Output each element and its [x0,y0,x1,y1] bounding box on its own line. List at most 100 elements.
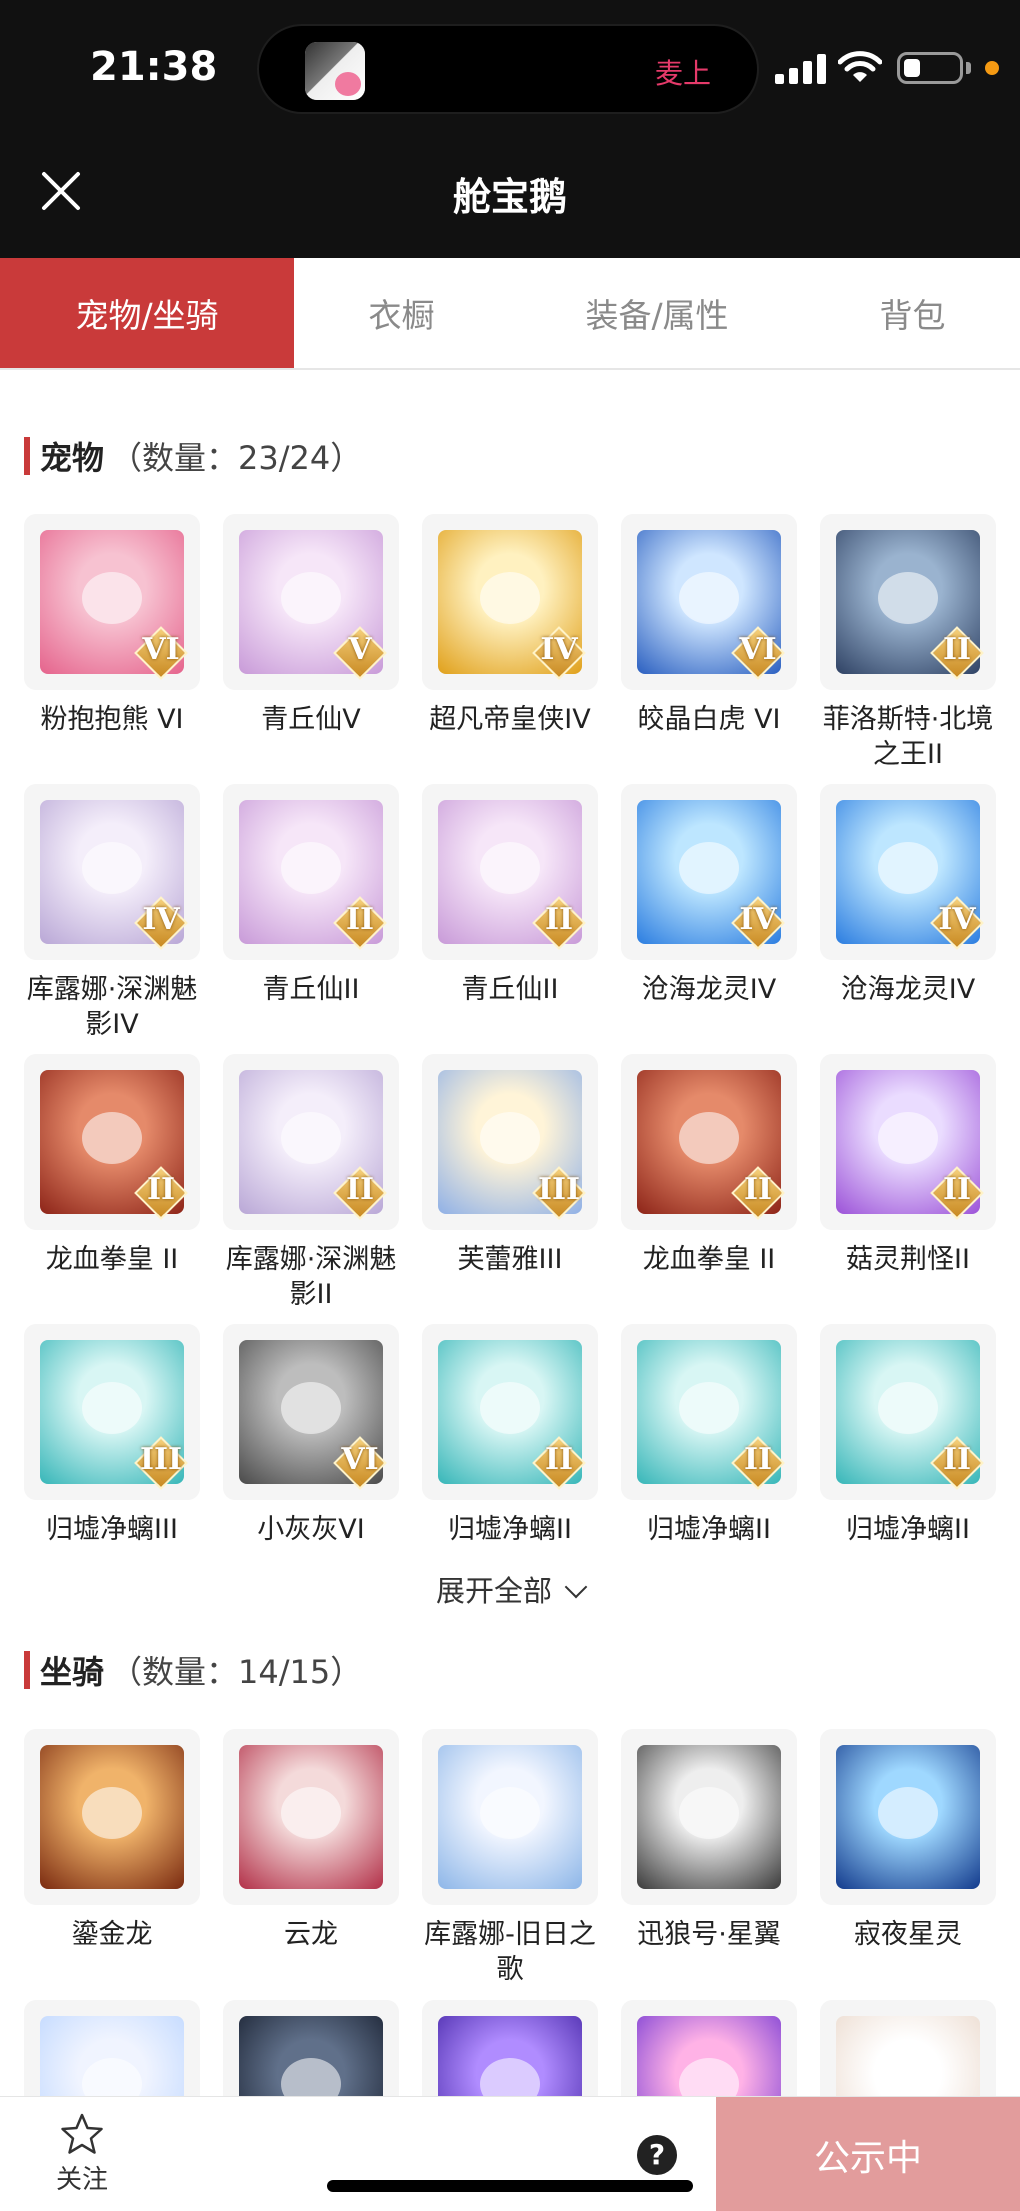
star-icon [61,2113,103,2154]
rank-badge-numeral: II [345,1172,375,1207]
live-activity-app-icon [305,42,365,100]
tab-equipment-attributes[interactable]: 装备/属性 [509,258,805,368]
pet-name: 归墟净螭III [46,1514,178,1545]
rank-badge-icon: III [532,1166,586,1220]
page-title: 舱宝鹅 [452,175,567,219]
tab-wardrobe[interactable]: 衣橱 [294,258,509,368]
bottom-action-bar: 关注 ? 公示中 [0,2096,1020,2211]
rank-badge-numeral: III [537,1172,581,1207]
rank-badge-numeral: V [348,632,372,667]
rank-badge-numeral: II [544,1442,574,1477]
pet-name: 归墟净螭II [647,1514,771,1545]
home-indicator [327,2180,693,2192]
pet-thumbnail: IV [621,784,797,960]
nav-header: 舱宝鹅 [0,140,1020,258]
mount-thumbnail [223,1729,399,1905]
pet-card[interactable]: II 青丘仙II [223,784,399,1007]
pet-artwork-highlight [480,1382,540,1434]
pet-card[interactable]: III 芙蕾雅III [422,1054,598,1277]
rank-badge-icon: II [532,896,586,950]
rank-badge-numeral: VI [739,632,777,667]
pet-name: 沧海龙灵IV [840,974,976,1005]
help-icon[interactable]: ? [637,2135,677,2175]
pet-name: 库露娜·深渊魅影II [225,1244,397,1310]
pet-card[interactable]: II 菇灵荆怪II [820,1054,996,1277]
pet-name: 归墟净螭II [448,1514,572,1545]
pet-card[interactable]: IV 库露娜·深渊魅影IV [24,784,200,1042]
pet-card[interactable]: VI 小灰灰VI [223,1324,399,1547]
pet-thumbnail: II [820,1054,996,1230]
pet-card[interactable]: II 龙血拳皇 II [24,1054,200,1277]
pet-artwork-highlight [679,1112,739,1164]
pet-card[interactable]: III 归墟净螭III [24,1324,200,1547]
pet-card[interactable]: IV 沧海龙灵IV [820,784,996,1007]
mount-artwork-highlight [878,1787,938,1839]
pet-thumbnail: VI [223,1324,399,1500]
pet-card[interactable]: VI 皎晶白虎 VI [621,514,797,737]
island-status-text: 麦上 [654,57,711,90]
rank-badge-numeral: VI [341,1442,379,1477]
rank-badge-numeral: II [942,632,972,667]
rank-badge-numeral: II [345,902,375,937]
pet-thumbnail: II [24,1054,200,1230]
status-bar: 21:38 麦上 [0,0,1020,140]
mounts-section-title: 坐骑 [40,1653,105,1691]
pet-thumbnail: VI [621,514,797,690]
pet-card[interactable]: V 青丘仙V [223,514,399,737]
pet-card[interactable]: II 青丘仙II [422,784,598,1007]
mount-card[interactable]: 鎏金龙 [24,1729,200,1952]
pet-card[interactable]: II 归墟净螭II [621,1324,797,1547]
rank-badge-numeral: II [743,1172,773,1207]
pet-artwork-highlight [82,842,142,894]
pet-card[interactable]: IV 沧海龙灵IV [621,784,797,1007]
pet-card[interactable]: II 归墟净螭II [820,1324,996,1547]
pet-card[interactable]: II 归墟净螭II [422,1324,598,1547]
rank-badge-icon: II [731,1436,785,1490]
pet-artwork-highlight [679,1382,739,1434]
pet-artwork-highlight [878,572,938,624]
tab-pets-mounts[interactable]: 宠物/坐骑 [0,258,294,368]
pet-artwork-highlight [679,572,739,624]
mount-artwork-highlight [82,1787,142,1839]
mount-card[interactable]: 寂夜星灵 [820,1729,996,1952]
pet-artwork-highlight [281,572,341,624]
pet-name: 超凡帝皇侠IV [429,704,591,735]
mount-card[interactable]: 库露娜-旧日之歌 [422,1729,598,1987]
tab-backpack[interactable]: 背包 [805,258,1020,368]
mount-thumbnail [24,1729,200,1905]
mount-card[interactable]: 云龙 [223,1729,399,1952]
rank-badge-numeral: IV [938,902,976,937]
expand-all-button[interactable]: 展开全部 [0,1568,1020,1610]
pet-artwork-highlight [480,1112,540,1164]
pets-section-title: 宠物 [40,439,105,477]
rank-badge-icon: II [731,1166,785,1220]
rank-badge-icon: VI [333,1436,387,1490]
pet-name: 粉抱抱熊 VI [40,704,184,735]
rank-badge-icon: IV [731,896,785,950]
dynamic-island[interactable]: 麦上 [257,24,759,114]
follow-button[interactable]: 关注 [40,2111,124,2196]
rank-badge-icon: III [134,1436,188,1490]
pet-thumbnail: II [621,1324,797,1500]
pet-name: 沧海龙灵IV [641,974,777,1005]
pet-card[interactable]: II 菲洛斯特·北境之王II [820,514,996,772]
rank-badge-icon: II [930,1436,984,1490]
rank-badge-icon: II [930,1166,984,1220]
pet-thumbnail: IV [24,784,200,960]
mount-artwork-highlight [480,1787,540,1839]
rank-badge-numeral: II [743,1442,773,1477]
pet-name: 库露娜·深渊魅影IV [26,974,198,1040]
mount-name: 迅狼号·星翼 [637,1919,781,1950]
pet-card[interactable]: II 龙血拳皇 II [621,1054,797,1277]
pet-thumbnail: IV [422,514,598,690]
rank-badge-icon: VI [134,626,188,680]
pet-name: 小灰灰VI [257,1514,365,1545]
follow-label: 关注 [55,2165,108,2195]
public-notice-button[interactable]: 公示中 [716,2097,1020,2211]
pet-thumbnail: II [223,784,399,960]
pet-card[interactable]: VI 粉抱抱熊 VI [24,514,200,737]
mount-card[interactable]: 迅狼号·星翼 [621,1729,797,1952]
pet-card[interactable]: II 库露娜·深渊魅影II [223,1054,399,1312]
pet-artwork-highlight [82,1382,142,1434]
pet-card[interactable]: IV 超凡帝皇侠IV [422,514,598,737]
